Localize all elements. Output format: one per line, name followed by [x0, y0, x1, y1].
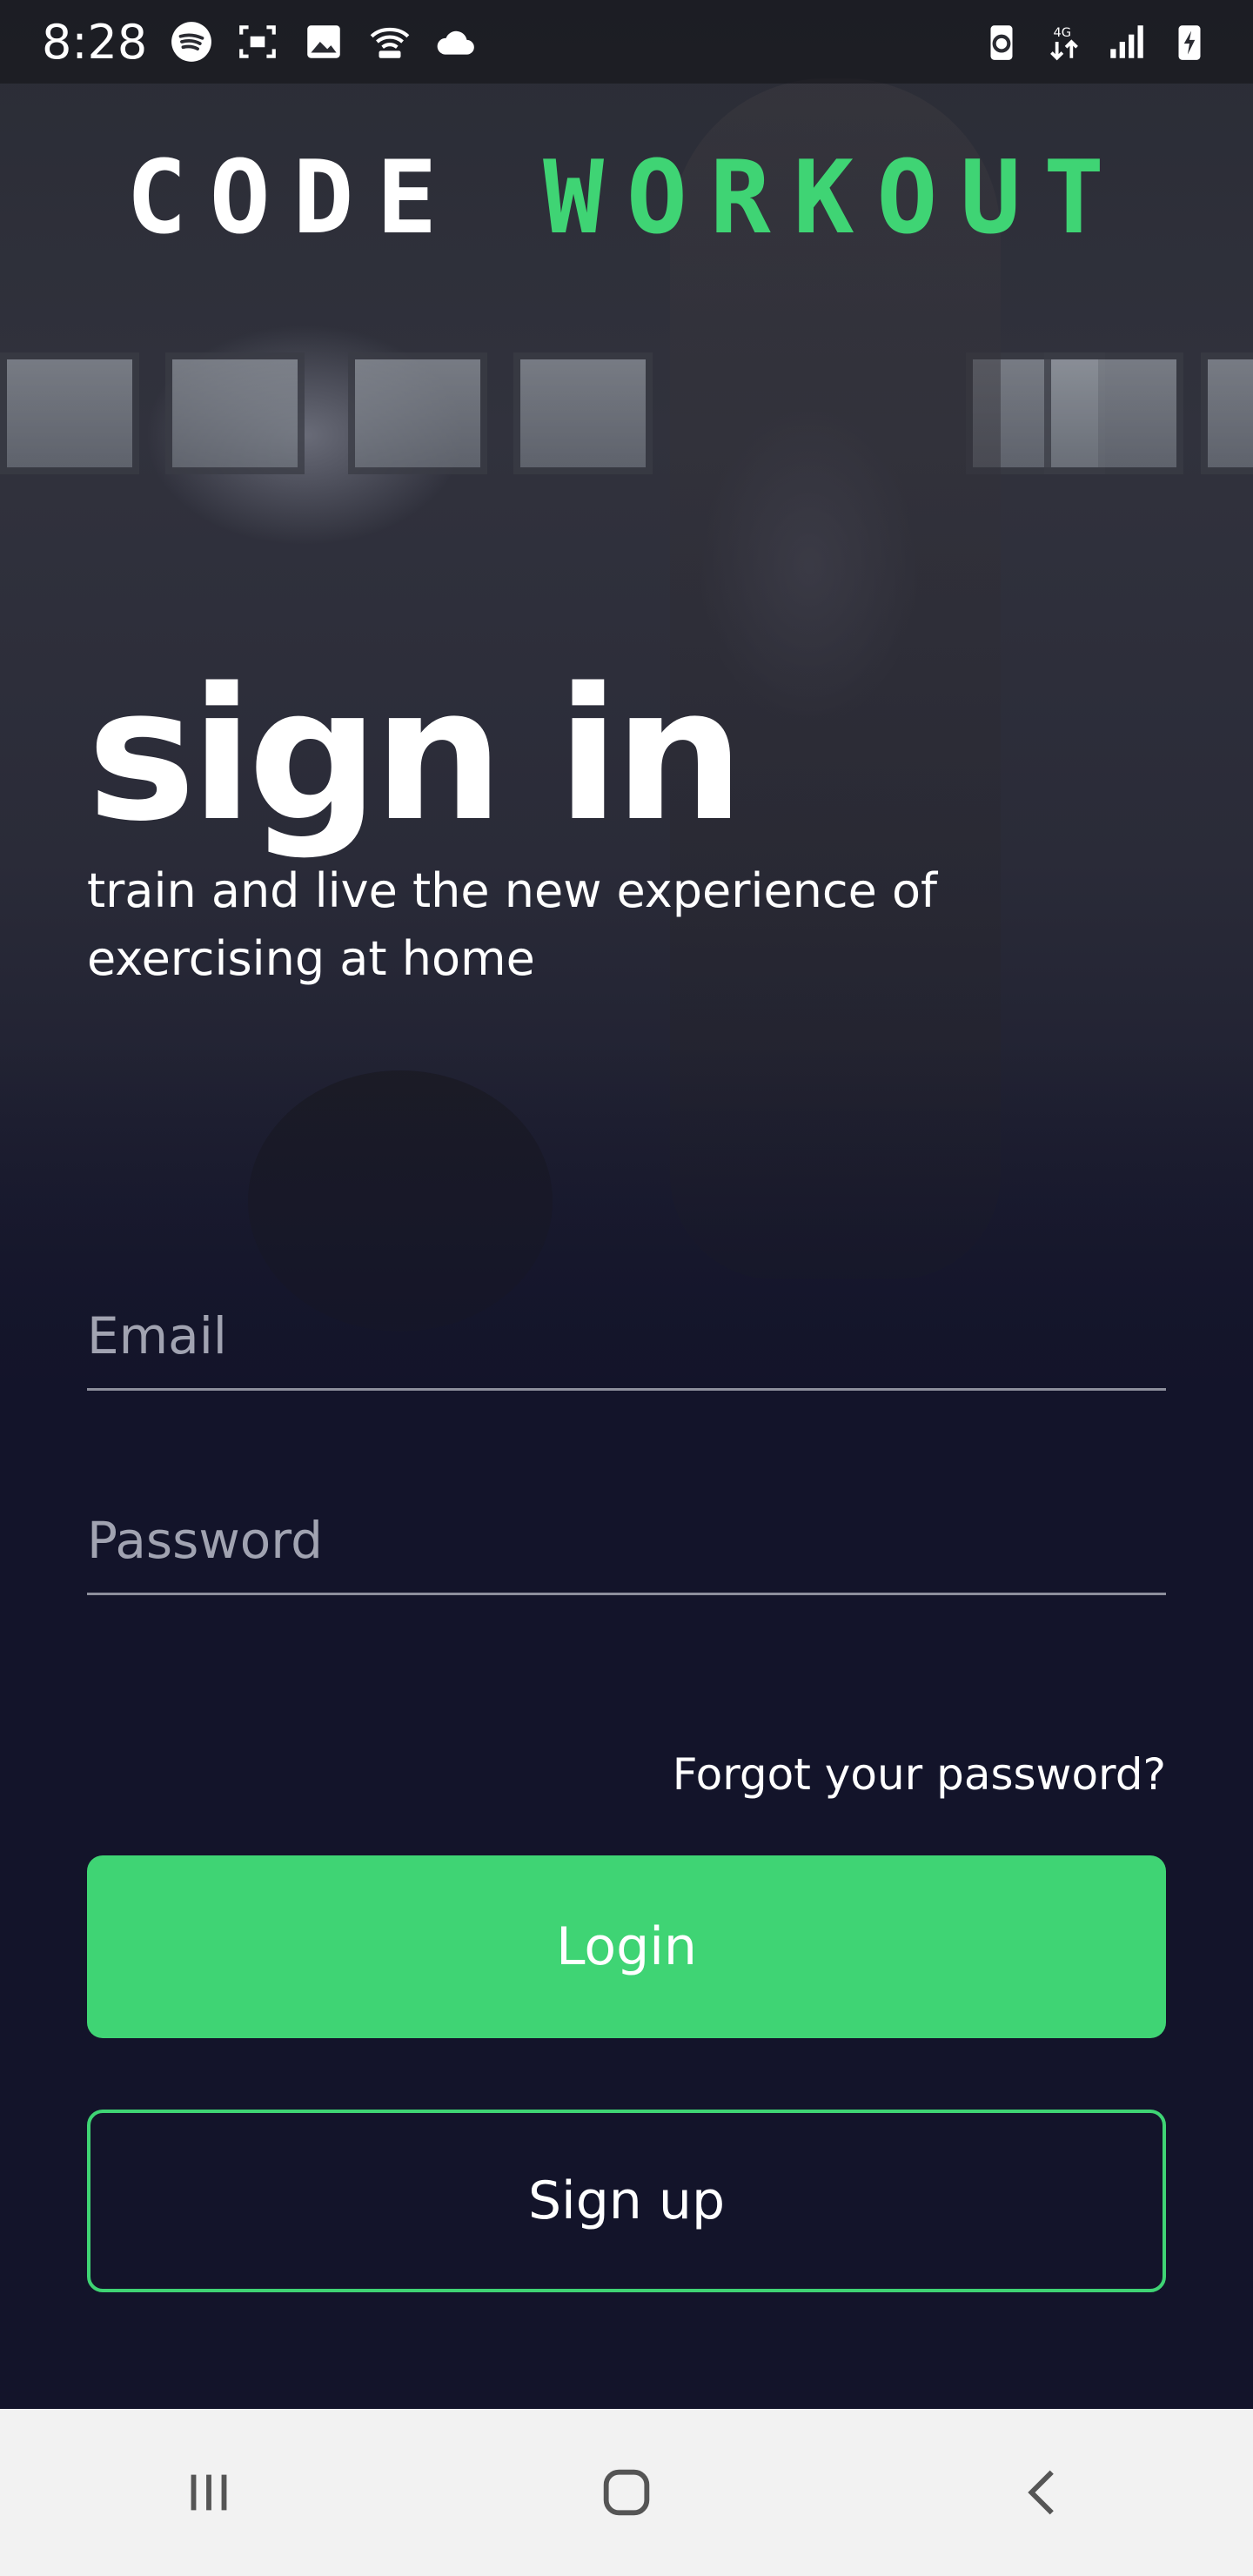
- home-button[interactable]: [574, 2440, 679, 2545]
- status-bar: 8:28 4G: [0, 0, 1253, 84]
- brand-workout: WORKOUT: [543, 139, 1128, 257]
- system-nav-bar: [0, 2409, 1253, 2576]
- 4g-lte-icon: 4G: [1050, 25, 1078, 61]
- signal-icon: [1110, 25, 1143, 58]
- screen-record-icon: [239, 25, 277, 58]
- password-placeholder: Password: [87, 1511, 323, 1570]
- email-placeholder: Email: [87, 1306, 227, 1365]
- recent-apps-icon: [191, 2474, 227, 2511]
- recent-apps-button[interactable]: [157, 2440, 261, 2545]
- status-time: 8:28: [42, 14, 148, 70]
- page-title: sign in: [87, 648, 744, 862]
- brand-code: CODE: [125, 139, 460, 257]
- forgot-password-link[interactable]: Forgot your password?: [673, 1749, 1166, 1800]
- spotify-icon: [171, 22, 212, 62]
- page-subtitle: train and live the new experience of exe…: [87, 863, 938, 986]
- home-icon: [603, 2469, 650, 2516]
- wifi-calling-icon: [370, 27, 410, 58]
- battery-saver-icon: [990, 25, 1013, 60]
- gallery-icon: [307, 25, 341, 58]
- svg-text:4G: 4G: [1054, 25, 1072, 40]
- back-icon: [1028, 2470, 1054, 2515]
- battery-charging-icon: [1178, 25, 1201, 60]
- brand-logo: CODE WORKOUT: [0, 139, 1253, 257]
- email-field[interactable]: Email: [87, 1284, 1166, 1391]
- login-button[interactable]: Login: [87, 1855, 1166, 2038]
- background-windows: [0, 352, 1253, 483]
- signup-button[interactable]: Sign up: [87, 2110, 1166, 2292]
- password-field[interactable]: Password: [87, 1488, 1166, 1595]
- back-button[interactable]: [992, 2440, 1096, 2545]
- cloud-icon: [437, 30, 475, 55]
